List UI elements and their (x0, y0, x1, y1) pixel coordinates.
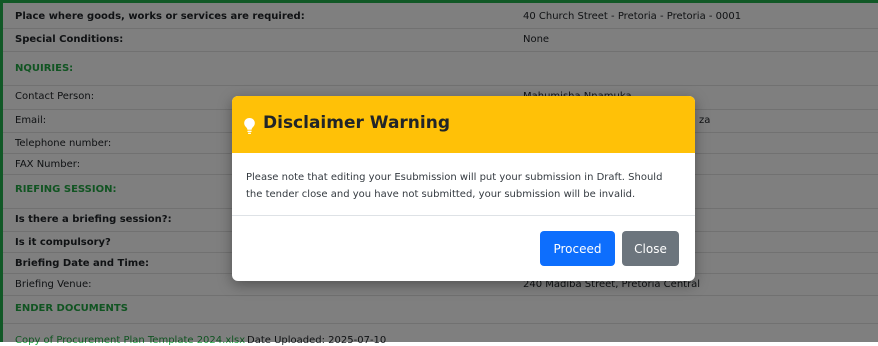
close-button[interactable]: Close (622, 231, 679, 266)
lightbulb-icon (244, 118, 255, 134)
disclaimer-modal: Disclaimer Warning Please note that edit… (232, 96, 695, 281)
proceed-button[interactable]: Proceed (540, 231, 615, 266)
disclaimer-text: Please note that editing your Esubmissio… (246, 172, 663, 200)
modal-header: Disclaimer Warning (232, 96, 695, 153)
modal-body: Please note that editing your Esubmissio… (232, 153, 695, 216)
modal-title: Disclaimer Warning (263, 113, 451, 133)
